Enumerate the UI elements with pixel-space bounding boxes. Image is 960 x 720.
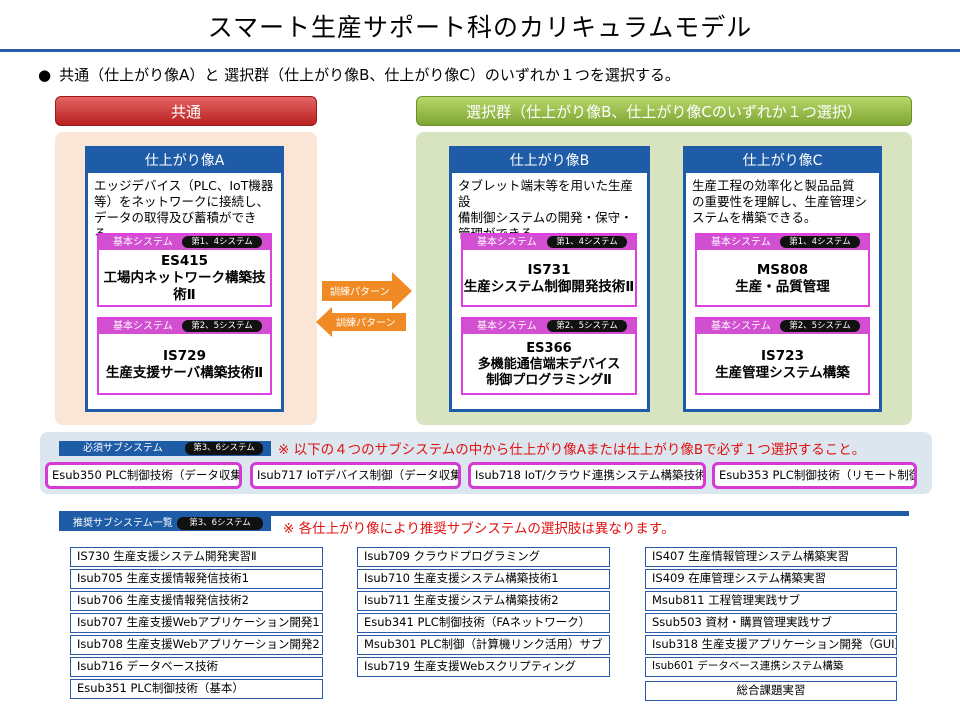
- recommended-item: Isub708 生産支援Webアプリケーション開発2: [70, 635, 323, 655]
- card-c-system-1: 基本システム 第1、4システム MS808 生産・品質管理: [695, 233, 870, 307]
- card-c-desc: 生産工程の効率化と製品品質 の重要性を理解し、生産管理シ ステムを構築できる。: [686, 173, 879, 226]
- card-c-desc-line: ステムを構築できる。: [692, 210, 817, 225]
- mandatory-item: Esub353 PLC制御技術（リモート制御）: [712, 462, 917, 489]
- system-badge: 第1、4システム: [547, 236, 627, 248]
- system-name: 生産支援サーバ構築技術Ⅱ: [105, 364, 264, 381]
- recommended-item: Isub318 生産支援アプリケーション開発（GUI）: [645, 635, 897, 655]
- mandatory-badge: 第3、6システム: [185, 442, 263, 455]
- system-badge: 第2、5システム: [780, 320, 860, 332]
- card-a-title: 仕上がり像A: [88, 149, 281, 173]
- card-a: 仕上がり像A エッジデバイス（PLC、IoT機器 等）をネットワークに接続し、 …: [85, 146, 284, 412]
- mandatory-item: Isub718 IoT/クラウド連携システム構築技術: [468, 462, 706, 489]
- card-c-desc-line: の重要性を理解し、生産管理シ: [692, 194, 868, 209]
- page-title: スマート生産サポート科のカリキュラムモデル: [207, 13, 753, 42]
- recommended-item: Esub351 PLC制御技術（基本）: [70, 679, 323, 699]
- system-code: ES366: [526, 340, 572, 356]
- card-c-system-2: 基本システム 第2、5システム IS723 生産管理システム構築: [695, 317, 870, 395]
- intro-line: ● 共通（仕上がり像A）と 選択群（仕上がり像B、仕上がり像C）のいずれか１つを選…: [38, 64, 680, 85]
- system-badge: 第1、4システム: [182, 236, 262, 248]
- recommended-item: Esub341 PLC制御技術（FAネットワーク）: [357, 613, 610, 633]
- card-c-desc-line: 生産工程の効率化と製品品質: [692, 178, 855, 193]
- system-name: 生産管理システム構築: [715, 364, 850, 381]
- arrow-right-label: 訓練パターン: [330, 285, 390, 298]
- bullet-icon: ●: [38, 66, 52, 84]
- system-badge: 第1、4システム: [780, 236, 860, 248]
- system-name: 生産・品質管理: [735, 278, 830, 295]
- recommended-item: Isub707 生産支援Webアプリケーション開発1: [70, 613, 323, 633]
- recommended-item: Isub705 生産支援情報発信技術1: [70, 569, 323, 589]
- system-name: 生産システム制御開発技術Ⅱ: [463, 278, 635, 295]
- recommended-item: Ssub503 資材・購買管理実践サブ: [645, 613, 897, 633]
- recommended-item: Isub710 生産支援システム構築技術1: [357, 569, 610, 589]
- system-title: IS729 生産支援サーバ構築技術Ⅱ: [99, 336, 270, 393]
- system-name: 制御プログラミングⅡ: [486, 372, 612, 388]
- card-a-desc: エッジデバイス（PLC、IoT機器 等）をネットワークに接続し、 データの取得及…: [88, 173, 281, 242]
- card-a-desc-line: 等）をネットワークに接続し、: [94, 194, 270, 209]
- common-header: 共通: [55, 96, 317, 126]
- system-title: MS808 生産・品質管理: [697, 252, 868, 305]
- card-c: 仕上がり像C 生産工程の効率化と製品品質 の重要性を理解し、生産管理シ ステムを…: [683, 146, 882, 412]
- recommended-item: 総合課題実習: [645, 681, 897, 701]
- card-c-title: 仕上がり像C: [686, 149, 879, 173]
- mandatory-note: ※ 以下の４つのサブシステムの中から仕上がり像Aまたは仕上がり像Bで必ず１つ選択…: [278, 442, 866, 458]
- system-name: 多機能通信端末デバイス: [477, 356, 621, 372]
- recommended-badge: 第3、6システム: [177, 517, 263, 530]
- system-title: IS723 生産管理システム構築: [697, 336, 868, 393]
- card-a-system-2: 基本システム 第2、5システム IS729 生産支援サーバ構築技術Ⅱ: [97, 317, 272, 395]
- recommended-item: IS409 在庫管理システム構築実習: [645, 569, 897, 589]
- system-title: ES366 多機能通信端末デバイス 制御プログラミングⅡ: [463, 336, 635, 393]
- recommended-item: Isub716 データベース技術: [70, 657, 323, 677]
- mandatory-item: Isub717 IoTデバイス制御（データ収集）: [250, 462, 461, 489]
- system-code: MS808: [756, 261, 809, 278]
- card-b-desc-line: タブレット端末等を用いた生産設: [458, 178, 634, 209]
- recommended-item: Isub719 生産支援Webスクリプティング: [357, 657, 610, 677]
- card-b: 仕上がり像B タブレット端末等を用いた生産設 備制御システムの開発・保守・ 管理…: [449, 146, 650, 412]
- card-b-desc-line: 備制御システムの開発・保守・: [458, 210, 633, 225]
- arrow-left-label: 訓練パターン: [336, 316, 396, 329]
- card-b-title: 仕上がり像B: [452, 149, 647, 173]
- recommended-item: Isub706 生産支援情報発信技術2: [70, 591, 323, 611]
- select-header: 選択群（仕上がり像B、仕上がり像Cのいずれか１つ選択）: [416, 96, 912, 126]
- recommended-item: Isub711 生産支援システム構築技術2: [357, 591, 610, 611]
- mandatory-item: Esub350 PLC制御技術（データ収集）: [45, 462, 242, 489]
- system-title: IS731 生産システム制御開発技術Ⅱ: [463, 252, 635, 305]
- recommended-item: Isub709 クラウドプログラミング: [357, 547, 610, 567]
- system-badge: 第2、5システム: [182, 320, 262, 332]
- system-code: IS729: [163, 347, 206, 364]
- recommended-note: ※ 各仕上がり像により推奨サブシステムの選択肢は異なります。: [283, 521, 675, 537]
- system-name: 工場内ネットワーク構築技術Ⅱ: [103, 270, 266, 303]
- recommended-item: Isub601 データベース連携システム構築: [645, 657, 897, 677]
- arrow-left-icon: 訓練パターン: [316, 307, 406, 337]
- system-code: IS731: [527, 261, 571, 278]
- card-b-system-2: 基本システム 第2、5システム ES366 多機能通信端末デバイス 制御プログラ…: [461, 317, 637, 395]
- card-a-desc-line: エッジデバイス（PLC、IoT機器: [94, 178, 274, 193]
- recommended-item: Msub811 工程管理実践サブ: [645, 591, 897, 611]
- system-title: ES415 工場内ネットワーク構築技術Ⅱ: [99, 252, 270, 305]
- card-a-system-1: 基本システム 第1、4システム ES415 工場内ネットワーク構築技術Ⅱ: [97, 233, 272, 307]
- card-b-desc: タブレット端末等を用いた生産設 備制御システムの開発・保守・ 管理ができる。: [452, 173, 647, 242]
- recommended-item: IS730 生産支援システム開発実習Ⅱ: [70, 547, 323, 567]
- arrow-right-icon: 訓練パターン: [322, 272, 412, 310]
- system-code: ES415: [160, 253, 209, 269]
- intro-text: 共通（仕上がり像A）と 選択群（仕上がり像B、仕上がり像C）のいずれか１つを選択…: [59, 66, 680, 84]
- system-code: IS723: [761, 347, 804, 364]
- recommended-item: Msub301 PLC制御（計算機リンク活用）サブ: [357, 635, 610, 655]
- card-b-system-1: 基本システム 第1、4システム IS731 生産システム制御開発技術Ⅱ: [461, 233, 637, 307]
- system-badge: 第2、5システム: [547, 320, 627, 332]
- recommended-item: IS407 生産情報管理システム構築実習: [645, 547, 897, 567]
